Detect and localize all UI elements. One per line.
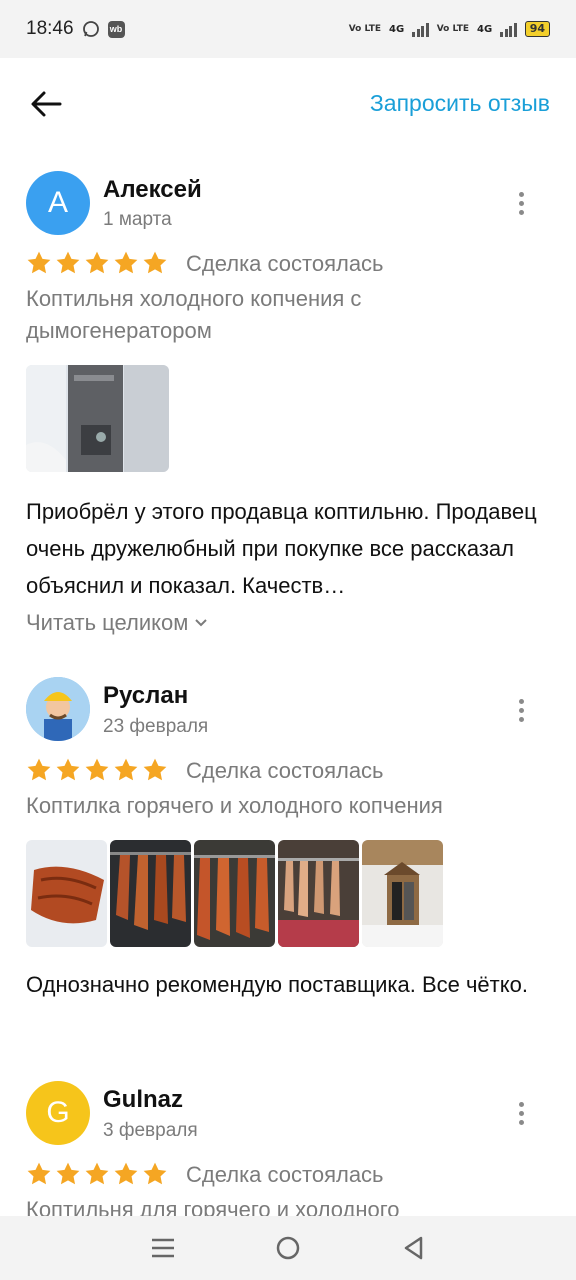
- network-2: Vo LTE: [437, 24, 469, 34]
- system-nav-bar: [0, 1216, 576, 1280]
- star-icon: [56, 251, 80, 274]
- star-icon: [143, 1162, 167, 1185]
- avatar: А: [26, 171, 90, 235]
- review-photo[interactable]: [194, 840, 275, 947]
- signal-icon: [412, 21, 429, 37]
- star-icon: [27, 1162, 51, 1185]
- avatar-letter: А: [47, 186, 68, 219]
- star-icon: [114, 251, 138, 274]
- home-circle-icon: [276, 1236, 300, 1260]
- read-more-link[interactable]: Читать целиком: [26, 610, 208, 636]
- more-options-button[interactable]: [506, 1093, 536, 1133]
- more-options-button[interactable]: [506, 183, 536, 223]
- more-options-button[interactable]: [506, 690, 536, 730]
- top-bar: Запросить отзыв: [0, 58, 576, 150]
- review-photo[interactable]: [362, 840, 443, 947]
- photo-gallery: [26, 365, 169, 472]
- review-photo[interactable]: [110, 840, 191, 947]
- product-name: Коптильня холодного копчения с дымогенер…: [26, 286, 362, 343]
- product-name: Коптилка горячего и холодного копчения: [26, 793, 443, 818]
- avatar: [26, 677, 90, 741]
- star-icon: [143, 758, 167, 781]
- menu-icon: [151, 1238, 174, 1258]
- whatsapp-icon: [82, 20, 100, 38]
- back-button[interactable]: [26, 84, 66, 124]
- author-name: Руслан: [103, 682, 189, 709]
- request-review-link[interactable]: Запросить отзыв: [370, 90, 550, 117]
- photo-gallery: [26, 840, 443, 947]
- star-icon: [143, 251, 167, 274]
- net2-label: Vo LTE: [436, 24, 470, 34]
- home-button[interactable]: [268, 1228, 308, 1268]
- menu-button[interactable]: [143, 1228, 183, 1268]
- net1-gen: 4G: [389, 23, 405, 35]
- battery-icon: 94: [524, 21, 550, 37]
- network-1: Vo LTE: [349, 24, 381, 34]
- star-icon: [56, 1162, 80, 1185]
- review-card: G Gulnaz 3 февраля Сделка состоялась Коп…: [0, 1060, 576, 1222]
- rating-stars: [26, 757, 168, 783]
- review-card: А Алексей 1 марта Сделка состоялась Копт…: [0, 150, 576, 660]
- status-bar: 18:46 wb Vo LTE 4G Vo LTE 4G 94: [0, 0, 576, 58]
- chevron-down-icon: [195, 619, 208, 627]
- review-date: 23 февраля: [103, 716, 209, 737]
- clock: 18:46: [26, 18, 74, 39]
- deal-status: Сделка состоялась: [186, 758, 384, 783]
- rating-stars: [26, 1161, 168, 1187]
- review-text: Приобрёл у этого продавца коптильню. Про…: [26, 499, 537, 598]
- review-card: Руслан 23 февраля Сделка состоялась Копт…: [0, 660, 576, 1060]
- star-icon: [85, 1162, 109, 1185]
- net2-gen: 4G: [477, 23, 493, 35]
- review-text: Однозначно рекомендую поставщика. Все чё…: [26, 972, 528, 997]
- star-icon: [27, 251, 51, 274]
- back-triangle-icon: [405, 1236, 423, 1260]
- star-icon: [56, 758, 80, 781]
- net1-label: Vo LTE: [348, 24, 382, 34]
- deal-status: Сделка состоялась: [186, 1162, 384, 1187]
- star-icon: [27, 758, 51, 781]
- signal-icon-2: [500, 21, 517, 37]
- nav-back-button[interactable]: [393, 1228, 433, 1268]
- deal-status: Сделка состоялась: [186, 251, 384, 276]
- star-icon: [114, 758, 138, 781]
- review-photo[interactable]: [26, 365, 169, 472]
- read-more-label: Читать целиком: [26, 610, 189, 635]
- wb-app-icon: wb: [107, 20, 125, 38]
- star-icon: [85, 758, 109, 781]
- arrow-left-icon: [31, 91, 62, 117]
- review-date: 1 марта: [103, 209, 172, 230]
- avatar-letter: G: [46, 1096, 70, 1129]
- review-photo[interactable]: [26, 840, 107, 947]
- rating-stars: [26, 250, 168, 276]
- author-name: Алексей: [103, 176, 202, 203]
- star-icon: [85, 251, 109, 274]
- review-date: 3 февраля: [103, 1120, 198, 1141]
- review-photo[interactable]: [278, 840, 359, 947]
- star-icon: [114, 1162, 138, 1185]
- avatar: G: [26, 1081, 90, 1145]
- author-name: Gulnaz: [103, 1086, 184, 1113]
